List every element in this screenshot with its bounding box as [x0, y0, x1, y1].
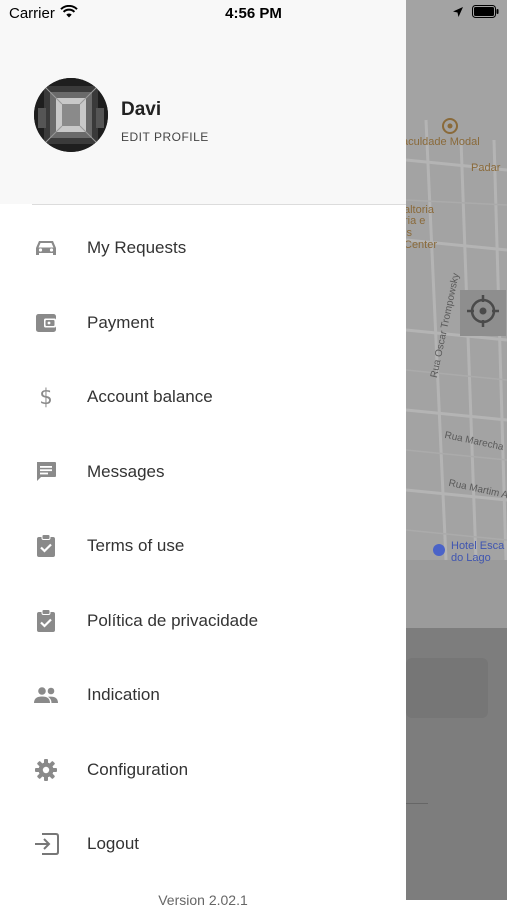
- status-right: [452, 5, 499, 22]
- status-bar: Carrier 4:56 PM: [0, 0, 507, 28]
- menu-item-payment[interactable]: Payment: [0, 286, 406, 361]
- menu-item-label: Messages: [87, 461, 165, 481]
- bottom-panel: [406, 628, 507, 900]
- map-label-padaria: Padar: [471, 162, 501, 174]
- menu-item-indication[interactable]: Indication: [0, 658, 406, 733]
- edit-profile-link[interactable]: EDIT PROFILE: [121, 130, 209, 144]
- dollar-icon: $: [33, 384, 59, 410]
- menu-item-messages[interactable]: Messages: [0, 435, 406, 510]
- app-version: Version 2.02.1: [158, 892, 248, 908]
- message-icon: [33, 459, 59, 485]
- menu-item-logout[interactable]: Logout: [0, 807, 406, 882]
- clipboard-check-icon: [33, 608, 59, 634]
- gear-icon: [33, 757, 59, 783]
- location-arrow-icon: [452, 5, 464, 22]
- navigation-drawer: Davi EDIT PROFILE My Requests Payment $ …: [0, 0, 406, 908]
- menu-item-account-balance[interactable]: $ Account balance: [0, 360, 406, 435]
- menu-item-label: My Requests: [87, 238, 187, 258]
- car-icon: [33, 235, 59, 261]
- map-label-galeria-4: Center: [404, 239, 438, 251]
- header-divider: [32, 204, 406, 205]
- avatar[interactable]: [34, 78, 108, 152]
- svg-text:$: $: [39, 385, 52, 409]
- map-label-hotel-2: do Lago: [451, 552, 491, 564]
- map-label-hotel: Hotel Esca: [451, 540, 505, 552]
- menu-item-label: Política de privacidade: [87, 610, 259, 630]
- my-location-button[interactable]: [460, 290, 506, 336]
- drawer-menu: My Requests Payment $ Account balance Me…: [0, 211, 406, 882]
- profile-name: Davi: [121, 99, 162, 120]
- menu-item-my-requests[interactable]: My Requests: [0, 211, 406, 286]
- menu-item-label: Indication: [87, 685, 160, 705]
- menu-item-label: Payment: [87, 312, 155, 332]
- panel-divider: [406, 803, 428, 804]
- menu-item-label: Account balance: [87, 387, 213, 407]
- battery-icon: [472, 5, 499, 22]
- destination-box[interactable]: [406, 658, 488, 718]
- menu-item-privacy-policy[interactable]: Política de privacidade: [0, 584, 406, 659]
- crosshair-icon: [465, 293, 501, 334]
- clipboard-check-icon: [33, 533, 59, 559]
- map-label-galeria-2: ria e: [404, 215, 426, 227]
- exit-icon: [33, 831, 59, 857]
- wallet-icon: [33, 310, 59, 336]
- map-label-faculdade: aculdade Modal: [402, 136, 480, 148]
- menu-item-terms-of-use[interactable]: Terms of use: [0, 509, 406, 584]
- clock: 4:56 PM: [225, 5, 282, 22]
- profile-header[interactable]: Davi EDIT PROFILE: [0, 0, 406, 204]
- menu-item-label: Logout: [87, 834, 139, 854]
- menu-item-label: Configuration: [87, 759, 189, 779]
- people-icon: [33, 682, 59, 708]
- menu-item-label: Terms of use: [87, 536, 185, 556]
- menu-item-configuration[interactable]: Configuration: [0, 733, 406, 808]
